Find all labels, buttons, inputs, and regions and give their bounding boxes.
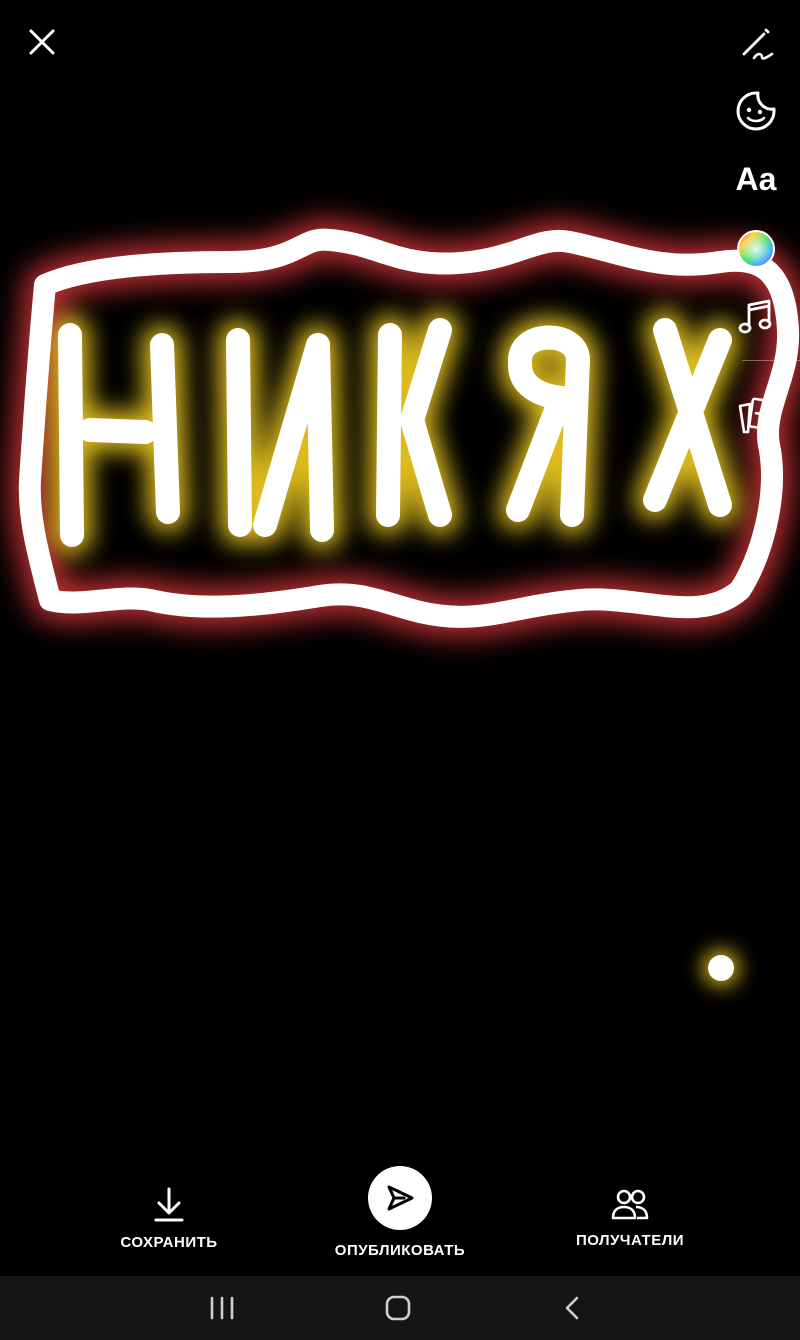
text-tool-button[interactable]: Aa bbox=[724, 155, 788, 203]
sticker-icon bbox=[736, 91, 776, 131]
music-tool-button[interactable] bbox=[732, 293, 780, 341]
draw-icon bbox=[742, 28, 774, 60]
handwritten-letters bbox=[58, 318, 732, 547]
drawing-canvas[interactable] bbox=[0, 0, 800, 1340]
recent-apps-icon bbox=[210, 1296, 234, 1320]
publish-circle[interactable] bbox=[368, 1166, 432, 1230]
cards-tool-button[interactable] bbox=[732, 392, 780, 440]
save-label: СОХРАНИТЬ bbox=[120, 1234, 218, 1251]
home-icon bbox=[385, 1295, 411, 1321]
letter-ya bbox=[506, 325, 590, 527]
sticker-tool-button[interactable] bbox=[732, 87, 780, 135]
close-icon bbox=[29, 29, 55, 55]
color-picker-button[interactable] bbox=[732, 225, 780, 273]
color-wheel-icon bbox=[737, 230, 775, 268]
cards-icon bbox=[738, 397, 776, 434]
close-button[interactable] bbox=[18, 18, 66, 66]
publish-label: ОПУБЛИКОВАТЬ bbox=[334, 1242, 466, 1259]
music-icon bbox=[738, 299, 772, 334]
back-icon bbox=[565, 1296, 579, 1320]
system-navigation-bar bbox=[0, 1276, 800, 1340]
save-button[interactable]: СОХРАНИТЬ bbox=[104, 1186, 234, 1251]
home-button[interactable] bbox=[374, 1290, 422, 1326]
recent-apps-button[interactable] bbox=[198, 1290, 246, 1326]
send-icon bbox=[387, 1185, 414, 1211]
brush-dot[interactable] bbox=[708, 955, 734, 981]
draw-tool-button[interactable] bbox=[732, 20, 780, 68]
back-button[interactable] bbox=[548, 1290, 596, 1326]
recipients-button[interactable]: ПОЛУЧАТЕЛИ bbox=[560, 1186, 700, 1249]
people-icon bbox=[611, 1189, 649, 1220]
publish-button[interactable]: ОПУБЛИКОВАТЬ bbox=[330, 1166, 470, 1259]
text-icon: Aa bbox=[735, 160, 777, 197]
recipients-label: ПОЛУЧАТЕЛИ bbox=[575, 1232, 685, 1249]
toolbar-divider bbox=[742, 360, 800, 361]
download-icon bbox=[154, 1187, 184, 1222]
